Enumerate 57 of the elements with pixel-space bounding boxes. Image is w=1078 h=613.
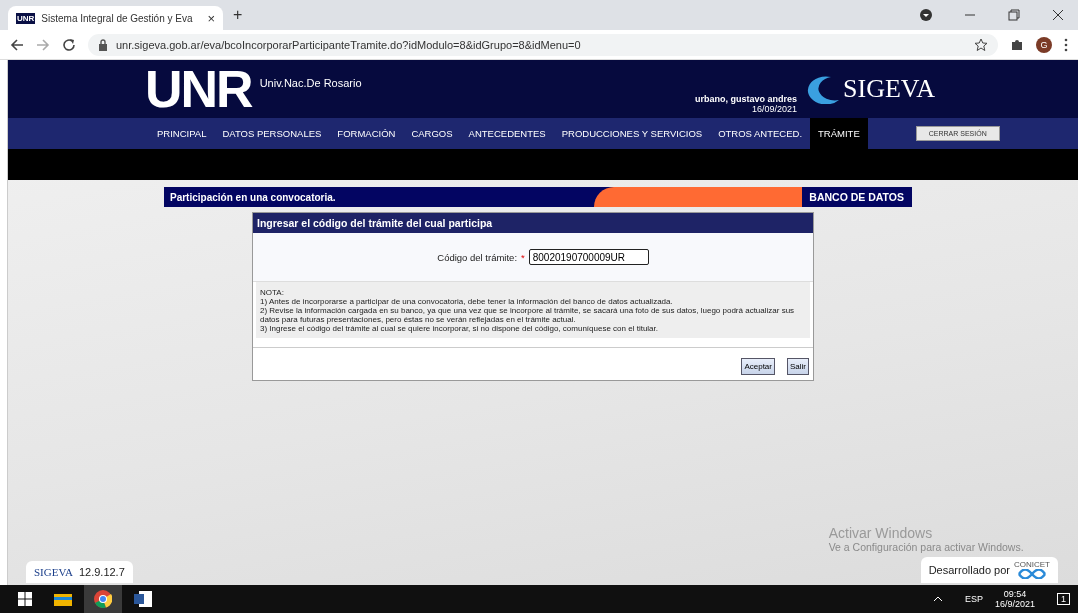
code-input[interactable]: 80020190700009UR <box>528 249 649 265</box>
browser-tab[interactable]: UNR Sistema Integral de Gestión y Eva × <box>8 6 223 30</box>
chevron-up-icon[interactable] <box>932 596 943 602</box>
site-logo: UNR <box>145 63 252 115</box>
activation-subtitle: Ve a Configuración para activar Windows. <box>828 541 1024 553</box>
current-date: 16/09/2021 <box>751 104 797 114</box>
url-text: unr.sigeva.gob.ar/eva/bcoIncorporarParticipanteTramite.do?idModulo=8&idGrupo=8&idMenu=0 <box>116 38 581 51</box>
nav-item[interactable]: DATOS PERSONALES <box>214 118 330 149</box>
clock-date: 16/9/2021 <box>994 599 1035 609</box>
sigeva-logo: SIGEVA <box>34 566 73 578</box>
sigeva-logo: SIGEVA <box>843 74 935 104</box>
note-text: 1) Antes de incorporarse a participar de una convocatoria, debe tener la información del banco de datos actualizada. <box>260 297 674 306</box>
reload-icon[interactable] <box>62 37 76 52</box>
profile-menu-icon[interactable] <box>920 9 932 21</box>
developed-by-text: Desarrollado por <box>928 564 1010 576</box>
new-tab-button[interactable]: + <box>233 6 243 24</box>
nav-item[interactable]: OTROS ANTECED. <box>710 118 811 149</box>
university-name: Univ.Nac.De Rosario <box>259 77 362 89</box>
language-indicator[interactable]: ESP <box>964 594 983 604</box>
nav-item[interactable]: CARGOS <box>403 118 461 149</box>
developer-name: CONICET <box>1014 561 1050 569</box>
nav-item[interactable]: TRÁMITE <box>810 118 868 149</box>
nav-item[interactable]: PRINCIPAL <box>149 118 215 149</box>
document-icon[interactable] <box>134 591 152 607</box>
note-text: NOTA: <box>260 288 285 297</box>
clock-time: 09:54 <box>1003 589 1027 599</box>
note-text: 3) Ingrese el código del trámite al cual se quiere incorporar, si no dispone del código, comuníquese con el titular. <box>260 324 659 333</box>
exit-button[interactable]: Salir <box>787 358 809 375</box>
tab-title: Sistema Integral de Gestión y Eva <box>41 12 194 24</box>
activation-title: Activar Windows <box>828 525 934 541</box>
address-field[interactable]: unr.sigeva.gob.ar/eva/bcoIncorporarParticipanteTramite.do?idModulo=8&idGrupo=8&idMenu=0 <box>88 33 998 56</box>
user-name: urbano, gustavo andres <box>695 94 797 104</box>
star-icon[interactable] <box>974 37 988 52</box>
banner-title: Participación en una convocatoria. <box>169 191 336 203</box>
infinity-icon <box>1017 569 1047 579</box>
banner-section: BANCO DE DATOS <box>809 191 912 203</box>
close-icon[interactable] <box>1052 9 1064 21</box>
version-text: 12.9.12.7 <box>78 566 125 578</box>
back-icon[interactable] <box>10 37 24 52</box>
nav-item[interactable]: PRODUCCIONES Y SERVICIOS <box>553 118 711 149</box>
folder-icon[interactable] <box>54 592 72 606</box>
profile-avatar[interactable]: G <box>1036 36 1052 53</box>
field-label: Código del trámite: <box>437 251 517 263</box>
close-tab-button[interactable]: × <box>207 10 215 26</box>
more-icon[interactable] <box>1064 37 1068 52</box>
accept-button[interactable]: Aceptar <box>741 358 775 375</box>
dialog-title: Ingresar el código del trámite del cual participa <box>253 213 813 233</box>
nav-item[interactable]: FORMACIÓN <box>329 118 404 149</box>
notification-count[interactable]: 1 <box>1057 593 1070 605</box>
restore-icon[interactable] <box>1008 9 1020 21</box>
required-mark: * <box>521 251 525 263</box>
nav-item[interactable]: ANTECEDENTES <box>460 118 554 149</box>
lock-icon <box>98 38 108 51</box>
browser-icon[interactable] <box>94 590 112 608</box>
tab-favicon: UNR <box>16 12 36 24</box>
windows-start-icon[interactable] <box>18 592 32 606</box>
note-text: 2) Revise la información cargada en su banco, ya que una vez que se incorpore al trámite, se sacará una foto de sus datos, luego podrá actualizar sus datos para futuras presentaciones, pero éstas no se verán reflejadas en el trámite actual. <box>260 306 796 324</box>
